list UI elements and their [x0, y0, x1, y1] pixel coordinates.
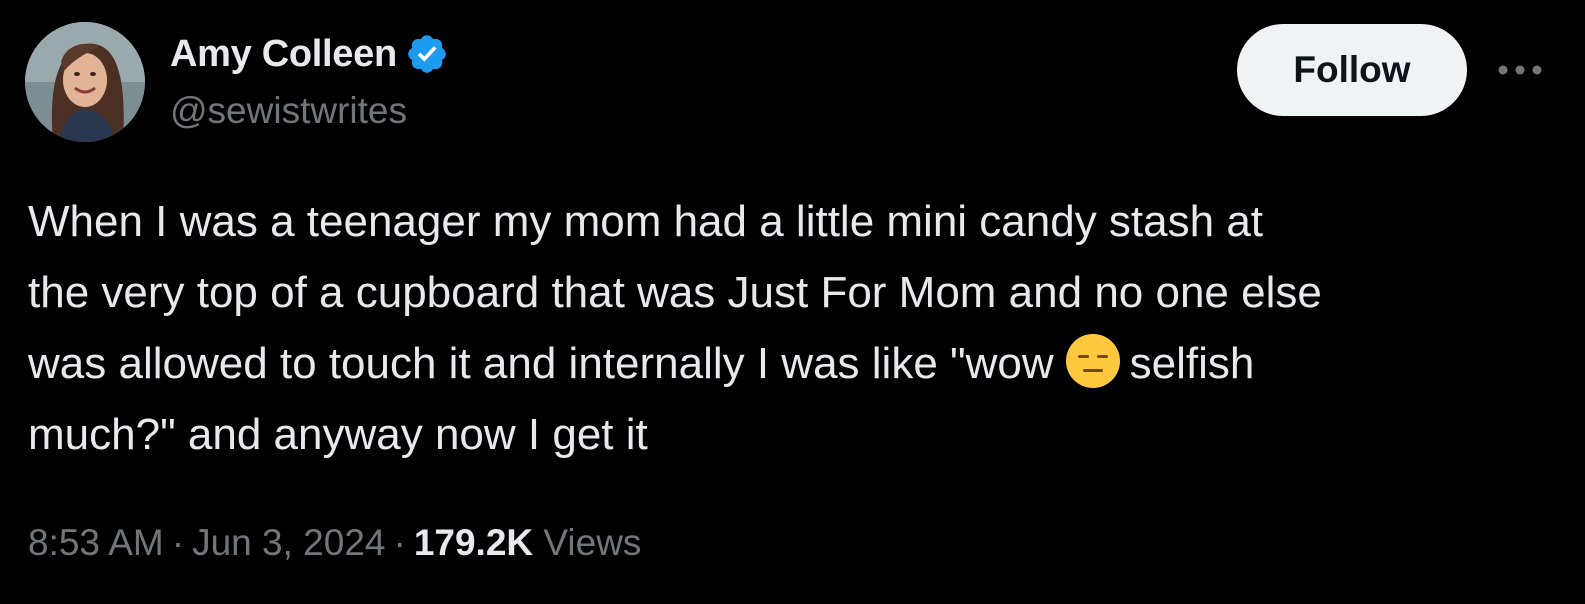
- author-name-row: Amy Colleen: [170, 30, 449, 78]
- meta-separator: ·: [393, 522, 406, 563]
- tweet-line: When I was a teenager my mom had a littl…: [28, 197, 1264, 246]
- meta-separator: ·: [171, 522, 185, 563]
- author-handle[interactable]: @sewistwrites: [170, 90, 407, 132]
- tweet-time[interactable]: 8:53 AM: [28, 522, 164, 563]
- verified-badge-icon[interactable]: [405, 32, 449, 76]
- tweet-line: was allowed to touch it and internally I…: [28, 328, 1558, 399]
- views-count[interactable]: 179.2K: [414, 522, 533, 563]
- tweet-line-text: selfish: [1129, 339, 1255, 388]
- profile-photo: [25, 22, 145, 142]
- tweet-card: Amy Colleen @sewistwrites Follow When I …: [0, 0, 1585, 604]
- tweet-date[interactable]: Jun 3, 2024: [192, 522, 385, 563]
- tweet-meta: 8:53 AM · Jun 3, 2024 · 179.2K Views: [28, 522, 641, 564]
- views-label: Views: [543, 522, 642, 563]
- tweet-line-text: was allowed to touch it and internally I…: [28, 339, 1054, 388]
- avatar[interactable]: [25, 22, 145, 142]
- tweet-line: the very top of a cupboard that was Just…: [28, 268, 1322, 317]
- tweet-line: much?" and anyway now I get it: [28, 410, 648, 459]
- expressionless-face-emoji: [1064, 332, 1122, 390]
- more-options-icon[interactable]: [1490, 52, 1550, 88]
- follow-button[interactable]: Follow: [1237, 24, 1467, 116]
- tweet-text: When I was a teenager my mom had a littl…: [28, 186, 1558, 470]
- display-name[interactable]: Amy Colleen: [170, 33, 397, 76]
